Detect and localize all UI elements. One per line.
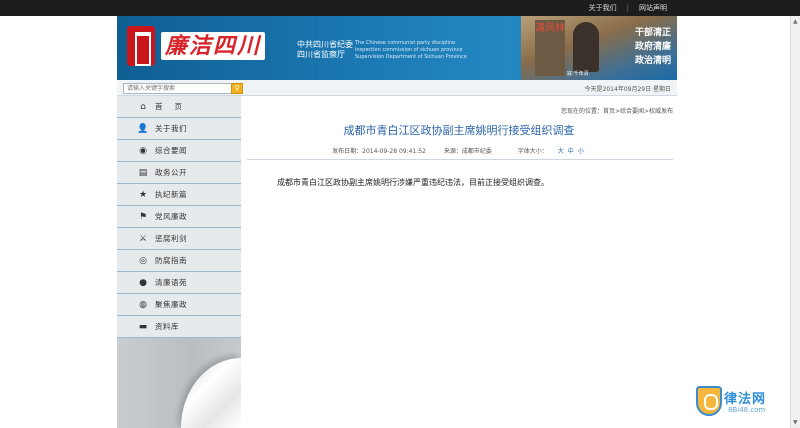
- chat-icon: ●: [139, 277, 147, 288]
- scroll-up-arrow-icon[interactable]: ▲: [793, 18, 798, 25]
- sidebar-item-news[interactable]: ◉ 综合要闻: [117, 140, 241, 162]
- article-content: 您现在的位置：首页>综合要闻>权威发布 成都市青白江区政协副主席姚明行接受组织调…: [241, 96, 677, 428]
- sidebar-item-label: 综合要闻: [155, 146, 187, 155]
- banner-slogan: 干部清正 政府清廉 政治清明: [635, 26, 671, 68]
- page-container: 廉洁四川 中共四川省纪委 四川省监察厅 The Chinese communis…: [117, 16, 677, 428]
- sidebar-item-archive[interactable]: ▬ 资料库: [117, 316, 241, 338]
- font-size-medium-link[interactable]: 中: [568, 148, 574, 155]
- org-name-en-line: inspection commission of sichuan provinc…: [355, 47, 463, 53]
- slogan-line: 干部清正: [634, 28, 671, 38]
- slogan-line: 政治清明: [634, 56, 671, 66]
- home-icon: ⌂: [140, 101, 146, 112]
- compass-icon: ◎: [139, 255, 147, 266]
- sidebar-item-anti-corruption[interactable]: ⚔ 惩腐利剑: [117, 228, 241, 250]
- org-name-cn: 中共四川省纪委 四川省监察厅: [297, 40, 353, 60]
- document-icon: ▤: [138, 167, 148, 178]
- sidebar-item-prevention-guide[interactable]: ◎ 防腐指南: [117, 250, 241, 272]
- site-statement-link[interactable]: 网站声明: [639, 4, 667, 12]
- sidebar: ⌂ 首页 👤 关于我们 ◉ 综合要闻 ▤ 政务公开 ★ 执纪新篇 ⚑ 党风廉政 ⚔ 惩腐利剑 …: [117, 96, 241, 428]
- sidebar-item-about[interactable]: 👤 关于我们: [117, 118, 241, 140]
- sidebar-item-label: 党风廉政: [155, 212, 187, 221]
- scroll-down-arrow-icon[interactable]: ▼: [793, 419, 798, 426]
- star-icon: ★: [138, 189, 148, 200]
- watermark-name: 律法网: [724, 392, 767, 407]
- flag-icon: ⚑: [138, 211, 148, 222]
- sidebar-nav: ⌂ 首页 👤 关于我们 ◉ 综合要闻 ▤ 政务公开 ★ 执纪新篇 ⚑ 党风廉政 ⚔ 惩腐利剑 …: [117, 96, 241, 338]
- meta-divider: [247, 159, 673, 160]
- top-links: 关于我们 | 网站声明: [584, 3, 672, 13]
- sidebar-item-party-integrity[interactable]: ⚑ 党风廉政: [117, 206, 241, 228]
- sidebar-item-integrity-quotes[interactable]: ● 清廉语苑: [117, 272, 241, 294]
- folder-icon: ▬: [138, 321, 148, 332]
- globe-icon: ◍: [139, 299, 147, 310]
- search-icon[interactable]: ⚲: [231, 83, 243, 94]
- slogan-line: 政府清廉: [634, 42, 671, 52]
- top-link-separator: |: [626, 4, 629, 12]
- org-name-en-line: Supervision Department of Sichuan Provin…: [355, 54, 467, 60]
- watermark: 律法网 8Bi48.com: [696, 386, 788, 418]
- article-meta: 发布日期：2014-09-28 09:41:52 来源：成都市纪委 字体大小： 大…: [241, 146, 677, 155]
- current-date: 今天是2014年09月29日 星期日: [584, 86, 671, 93]
- org-name-cn-line: 四川省监察厅: [297, 50, 345, 59]
- font-size-large-link[interactable]: 大: [558, 148, 564, 155]
- sidebar-item-label: 防腐指南: [155, 256, 187, 265]
- search-row: ⚲ 今天是2014年09月29日 星期日: [117, 80, 677, 96]
- article-body: 成都市青白江区政协副主席姚明行涉嫌严重违纪违法，目前正接受组织调查。: [277, 178, 549, 187]
- sword-icon: ⚔: [138, 233, 148, 244]
- sidebar-item-label: 清廉语苑: [155, 278, 187, 287]
- sidebar-item-label: 惩腐利剑: [155, 234, 187, 243]
- sidebar-item-label: 首页: [155, 102, 194, 111]
- statue-image: [573, 22, 599, 72]
- sidebar-item-open-affairs[interactable]: ▤ 政务公开: [117, 162, 241, 184]
- eye-icon: ◉: [139, 145, 147, 156]
- org-name-cn-line: 中共四川省纪委: [297, 40, 353, 49]
- font-size-small-link[interactable]: 小: [578, 148, 584, 155]
- user-icon: 👤: [137, 123, 149, 134]
- font-size-control: 字体大小： 大中小: [510, 148, 586, 155]
- publish-date: 发布日期：2014-09-28 09:41:52: [332, 148, 426, 155]
- top-bar: 关于我们 | 网站声明: [0, 0, 800, 16]
- font-size-label: 字体大小：: [517, 148, 548, 155]
- sidebar-item-focus[interactable]: ◍ 聚焦廉政: [117, 294, 241, 316]
- watermark-url: 8Bi48.com: [728, 406, 766, 414]
- vertical-scrollbar[interactable]: ▲ ▼: [790, 16, 800, 428]
- statue-caption: 寇·千年清: [567, 71, 589, 77]
- sidebar-item-discipline[interactable]: ★ 执纪新篇: [117, 184, 241, 206]
- sidebar-item-label: 关于我们: [155, 124, 187, 133]
- org-name-en-line: The Chinese communist party discipline: [355, 40, 456, 46]
- search-input[interactable]: [123, 83, 235, 94]
- about-us-link[interactable]: 关于我们: [589, 4, 617, 12]
- breadcrumb: 您现在的位置：首页>综合要闻>权威发布: [560, 108, 673, 115]
- seal-logo-icon: [127, 26, 155, 66]
- article-source: 来源：成都市纪委: [443, 148, 492, 155]
- stele-text: 清风林: [535, 20, 565, 76]
- site-banner: 廉洁四川 中共四川省纪委 四川省监察厅 The Chinese communis…: [117, 16, 677, 80]
- sidebar-item-label: 资料库: [155, 322, 179, 331]
- sidebar-item-label: 政务公开: [155, 168, 187, 177]
- sidebar-item-label: 执纪新篇: [155, 190, 187, 199]
- sidebar-item-home[interactable]: ⌂ 首页: [117, 96, 241, 118]
- page-curl-decoration: [181, 358, 241, 428]
- sidebar-item-label: 聚焦廉政: [155, 300, 187, 309]
- site-logo-text[interactable]: 廉洁四川: [161, 32, 266, 60]
- org-name-en: The Chinese communist party discipline i…: [355, 40, 467, 61]
- article-title: 成都市青白江区政协副主席姚明行接受组织调查: [343, 124, 575, 137]
- shield-logo-icon: [696, 386, 722, 416]
